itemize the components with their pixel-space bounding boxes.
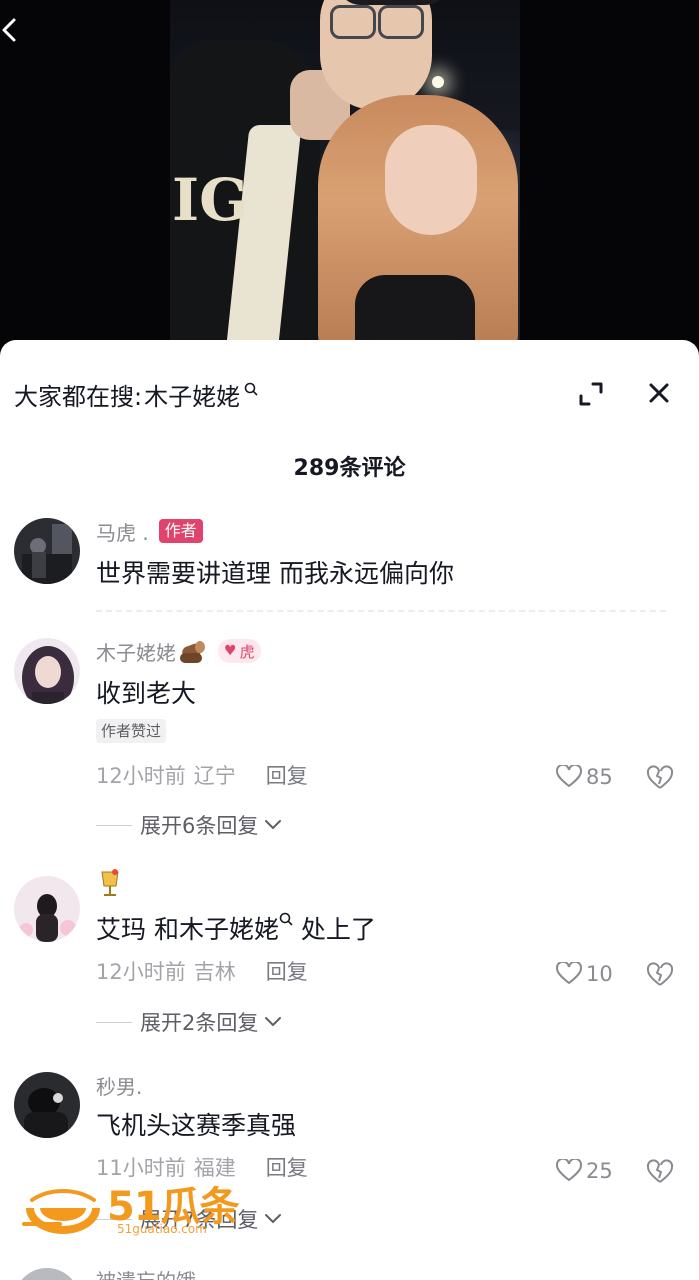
- dislike-icon[interactable]: [646, 961, 674, 989]
- search-term: 木子姥姥: [144, 382, 241, 411]
- fan-badge: ♥ 虎: [218, 639, 261, 663]
- like-button[interactable]: 25: [556, 1156, 613, 1186]
- avatar[interactable]: [14, 638, 80, 704]
- glasses-right: [378, 5, 424, 39]
- expand-line: [96, 1021, 132, 1023]
- heart-icon: [556, 962, 582, 985]
- username[interactable]: 被遗忘的饿: [96, 1265, 196, 1280]
- avatar[interactable]: [14, 1072, 80, 1138]
- watermelon-logo-icon: [22, 1189, 100, 1234]
- like-count: 25: [586, 1159, 613, 1183]
- avatar[interactable]: [14, 518, 80, 584]
- divider: [96, 610, 666, 612]
- comment-sheet: 大家都在搜: 木子姥姥 289条评论 马虎 . 作者 世界需要讲道理 而我永远偏…: [0, 340, 699, 1280]
- dislike-icon[interactable]: [646, 764, 674, 792]
- comment-meta: 12小时前 吉林 回复: [96, 956, 308, 986]
- comment-header: 木子姥姥 ♥ 虎: [96, 636, 261, 666]
- comment-text-part: 处上了: [292, 915, 376, 944]
- search-icon: [279, 912, 293, 926]
- glasses-left: [330, 5, 376, 39]
- jacket-logo: IG: [172, 166, 249, 234]
- expand-replies-label: 展开6条回复: [140, 814, 259, 838]
- watermark: 51瓜条 51guatiao.com: [22, 1172, 242, 1242]
- like-button[interactable]: 10: [556, 959, 613, 989]
- like-button[interactable]: 85: [556, 762, 613, 792]
- comment-location: 辽宁: [193, 764, 236, 788]
- close-button[interactable]: [643, 377, 675, 409]
- username[interactable]: 秒男.: [96, 1071, 142, 1100]
- video-preview[interactable]: IG: [0, 0, 699, 360]
- comment-header: 马虎 . 作者: [96, 516, 203, 546]
- couple-photo: IG: [170, 0, 520, 345]
- reply-button[interactable]: 回复: [266, 956, 308, 986]
- heart-icon: [556, 765, 582, 788]
- search-suggestion[interactable]: 大家都在搜: 木子姥姥: [14, 377, 258, 411]
- comment-text: 艾玛 和木子姥姥 处上了: [96, 910, 376, 946]
- dislike-icon[interactable]: [646, 1158, 674, 1186]
- wood-log-icon: [180, 641, 205, 663]
- comment-header: 被遗忘的饿: [96, 1264, 196, 1280]
- female-face: [385, 125, 477, 235]
- comment-text-part: 艾玛 和: [96, 915, 179, 944]
- reply-button[interactable]: 回复: [266, 1152, 308, 1182]
- comment-text: 收到老大: [96, 679, 197, 708]
- chevron-down-icon: [265, 820, 282, 830]
- female-top: [355, 275, 475, 345]
- watermark-url: 51guatiao.com: [117, 1222, 207, 1236]
- username[interactable]: 马虎 .: [96, 517, 149, 546]
- comment-text: 飞机头这赛季真强: [96, 1111, 297, 1140]
- street-light: [432, 76, 444, 88]
- mention-link[interactable]: 木子姥姥: [179, 915, 279, 944]
- author-badge: 作者: [158, 519, 203, 543]
- expand-replies-label: 展开2条回复: [140, 1011, 259, 1035]
- reply-button[interactable]: 回复: [266, 760, 308, 790]
- comment-header: 秒男.: [96, 1070, 142, 1100]
- avatar[interactable]: [14, 876, 80, 942]
- author-liked-tag: 作者赞过: [96, 719, 167, 743]
- comment-meta: 12小时前 辽宁 回复: [96, 760, 308, 790]
- chevron-down-icon: [265, 1214, 282, 1224]
- chevron-left-icon: [2, 18, 16, 42]
- comment-time: 12小时前: [96, 960, 186, 984]
- expand-button[interactable]: [575, 378, 607, 410]
- cocktail-icon: [98, 868, 122, 904]
- chevron-down-icon: [265, 1017, 282, 1027]
- search-icon: [244, 382, 258, 396]
- comment-text: 世界需要讲道理 而我永远偏向你: [96, 559, 454, 588]
- close-icon: [649, 383, 669, 403]
- comment-count: 289条评论: [293, 456, 406, 481]
- comment-location: 吉林: [193, 960, 236, 984]
- fan-badge-label: 虎: [239, 642, 255, 661]
- expand-replies-button[interactable]: 展开6条回复: [96, 810, 282, 840]
- expand-line: [96, 824, 132, 826]
- like-count: 85: [586, 765, 613, 789]
- back-button[interactable]: [0, 14, 28, 44]
- like-count: 10: [586, 962, 613, 986]
- comment-time: 12小时前: [96, 764, 186, 788]
- heart-icon: [556, 1159, 582, 1182]
- search-prefix: 大家都在搜:: [14, 382, 143, 411]
- heart-badge-icon: ♥: [224, 643, 237, 659]
- username[interactable]: 木子姥姥: [96, 637, 176, 666]
- expand-replies-button[interactable]: 展开2条回复: [96, 1007, 282, 1037]
- expand-icon: [579, 382, 603, 406]
- avatar[interactable]: [14, 1268, 80, 1280]
